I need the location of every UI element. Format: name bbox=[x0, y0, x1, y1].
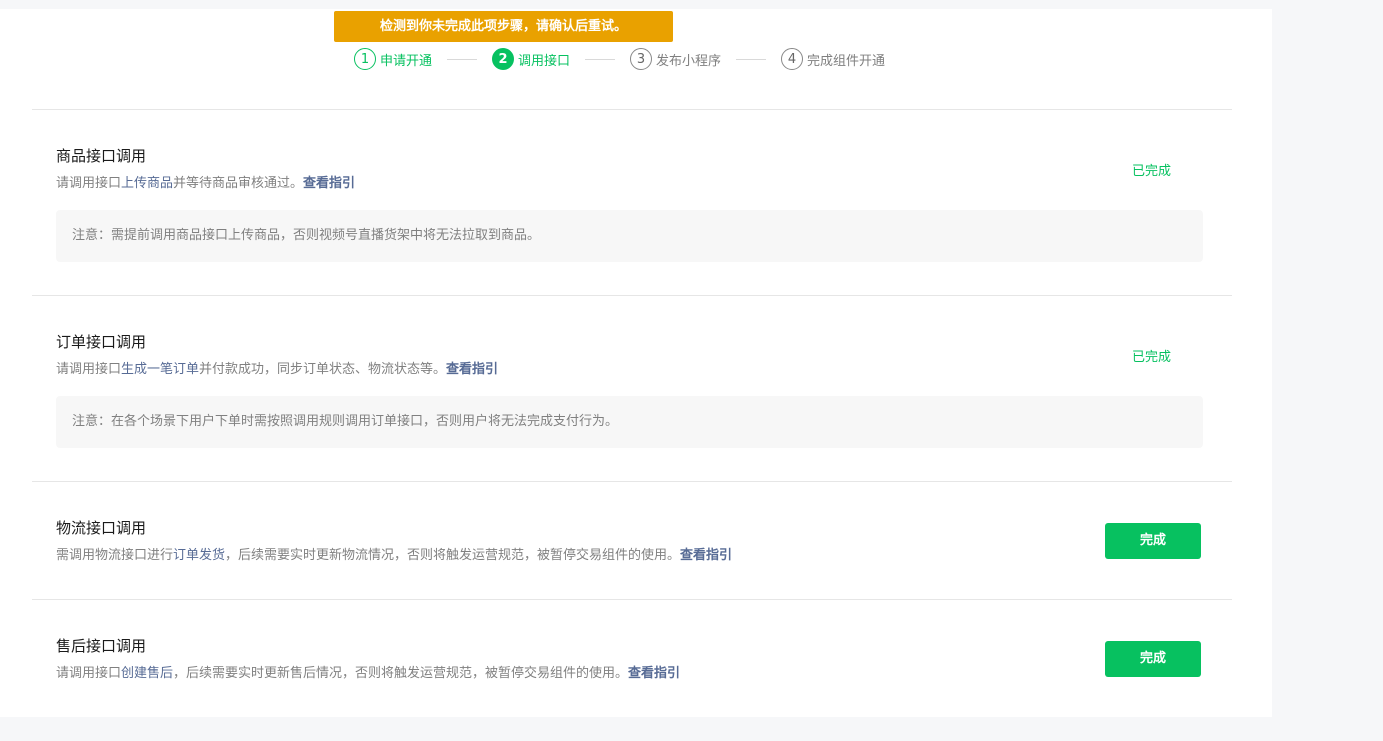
progress-steps: 1 申请开通 2 调用接口 3 发布小程序 4 完成组件开通 bbox=[354, 47, 885, 71]
section-order-api: 订单接口调用 请调用接口生成一笔订单并付款成功，同步订单状态、物流状态等。查看指… bbox=[56, 332, 1206, 448]
section-title: 物流接口调用 bbox=[56, 519, 147, 537]
desc-text: 需调用物流接口进行 bbox=[56, 548, 174, 563]
section-title: 售后接口调用 bbox=[56, 637, 147, 655]
step-number: 2 bbox=[492, 48, 515, 70]
section-aftersale-api: 售后接口调用 请调用接口创建售后，后续需要实时更新售后情况，否则将触发运营规范，… bbox=[56, 636, 1206, 683]
step-number: 1 bbox=[354, 48, 376, 70]
section-description: 请调用接口上传商品并等待商品审核通过。查看指引 bbox=[56, 175, 1206, 193]
step-label: 完成组件开通 bbox=[807, 53, 886, 69]
create-order-link[interactable]: 生成一笔订单 bbox=[121, 362, 199, 377]
view-guide-link[interactable]: 查看指引 bbox=[680, 548, 732, 563]
section-description: 请调用接口创建售后，后续需要实时更新售后情况，否则将触发运营规范，被暂停交易组件… bbox=[56, 665, 1206, 683]
step-complete: 4 完成组件开通 bbox=[781, 48, 885, 70]
desc-text: 请调用接口 bbox=[56, 666, 122, 681]
desc-text: ，后续需要实时更新售后情况，否则将触发运营规范，被暂停交易组件的使用。 bbox=[173, 666, 629, 681]
section-description: 需调用物流接口进行订单发货，后续需要实时更新物流情况，否则将触发运营规范，被暂停… bbox=[56, 547, 1206, 565]
note-box: 注意：在各个场景下用户下单时需按照调用规则调用订单接口，否则用户将无法完成支付行… bbox=[56, 396, 1203, 448]
order-shipping-link[interactable]: 订单发货 bbox=[173, 548, 225, 563]
section-title: 订单接口调用 bbox=[56, 333, 147, 351]
complete-button[interactable]: 完成 bbox=[1105, 641, 1201, 677]
desc-text: 并等待商品审核通过。 bbox=[173, 176, 304, 191]
section-product-api: 商品接口调用 请调用接口上传商品并等待商品审核通过。查看指引 注意：需提前调用商… bbox=[56, 146, 1206, 262]
step-label: 发布小程序 bbox=[656, 53, 722, 69]
divider bbox=[32, 109, 1232, 110]
section-title: 商品接口调用 bbox=[56, 147, 147, 165]
step-connector bbox=[585, 58, 616, 60]
step-apply: 1 申请开通 bbox=[354, 48, 432, 70]
view-guide-link[interactable]: 查看指引 bbox=[446, 362, 498, 377]
warning-toast: 检测到你未完成此项步骤，请确认后重试。 bbox=[334, 11, 673, 42]
divider bbox=[32, 599, 1232, 600]
divider bbox=[32, 295, 1232, 296]
step-label: 调用接口 bbox=[518, 53, 571, 69]
step-connector bbox=[447, 58, 478, 60]
desc-text: ，后续需要实时更新物流情况，否则将触发运营规范，被暂停交易组件的使用。 bbox=[225, 548, 681, 563]
view-guide-link[interactable]: 查看指引 bbox=[303, 176, 355, 191]
desc-text: 请调用接口 bbox=[56, 176, 122, 191]
step-label: 申请开通 bbox=[380, 53, 433, 69]
desc-text: 请调用接口 bbox=[56, 362, 122, 377]
step-number: 4 bbox=[781, 48, 804, 70]
divider bbox=[32, 481, 1232, 482]
step-publish: 3 发布小程序 bbox=[630, 48, 721, 70]
complete-button[interactable]: 完成 bbox=[1105, 523, 1201, 559]
status-completed: 已完成 bbox=[1132, 164, 1172, 179]
desc-text: 并付款成功，同步订单状态、物流状态等。 bbox=[199, 362, 447, 377]
create-aftersale-link[interactable]: 创建售后 bbox=[121, 666, 173, 681]
view-guide-link[interactable]: 查看指引 bbox=[628, 666, 680, 681]
section-logistics-api: 物流接口调用 需调用物流接口进行订单发货，后续需要实时更新物流情况，否则将触发运… bbox=[56, 518, 1206, 565]
step-number: 3 bbox=[630, 48, 653, 70]
section-description: 请调用接口生成一笔订单并付款成功，同步订单状态、物流状态等。查看指引 bbox=[56, 361, 1206, 379]
upload-product-link[interactable]: 上传商品 bbox=[121, 176, 173, 191]
step-call-api: 2 调用接口 bbox=[492, 48, 570, 70]
status-completed: 已完成 bbox=[1132, 350, 1172, 365]
note-box: 注意：需提前调用商品接口上传商品，否则视频号直播货架中将无法拉取到商品。 bbox=[56, 210, 1203, 262]
step-connector bbox=[736, 58, 767, 60]
